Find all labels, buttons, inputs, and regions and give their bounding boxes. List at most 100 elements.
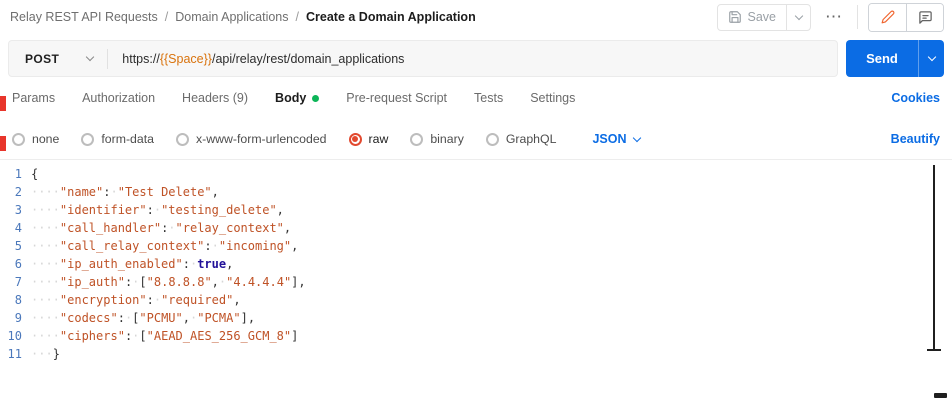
tab-label: Params	[12, 91, 55, 105]
tab-label: Headers (9)	[182, 91, 248, 105]
breadcrumb-item[interactable]: Domain Applications	[175, 10, 288, 24]
chevron-down-icon	[927, 53, 935, 61]
radio-x-www-form-urlencoded[interactable]: x-www-form-urlencoded	[176, 132, 327, 146]
save-button-group: Save	[717, 4, 812, 31]
request-tabs: Params Authorization Headers (9) Body Pr…	[0, 77, 952, 119]
radio-label: binary	[430, 132, 464, 146]
breadcrumb-item[interactable]: Relay REST API Requests	[10, 10, 158, 24]
format-select[interactable]: JSON	[592, 132, 640, 146]
tab-authorization[interactable]: Authorization	[82, 91, 155, 105]
tab-pre-request-script[interactable]: Pre-request Script	[346, 91, 447, 105]
chevron-down-icon	[794, 11, 802, 19]
line-code: ····"ciphers":·["AEAD_AES_256_GCM_8"]	[31, 327, 298, 345]
save-icon	[728, 10, 742, 24]
vertical-scrollbar[interactable]	[933, 165, 935, 349]
radio-icon	[410, 133, 423, 146]
line-code: ····"codecs":·["PCMU",·"PCMA"],	[31, 309, 255, 327]
line-number: 2	[0, 183, 31, 201]
comment-icon	[918, 10, 933, 25]
editor-line[interactable]: 5····"call_relay_context":·"incoming",	[0, 237, 952, 255]
line-code: ····"ip_auth_enabled":·true,	[31, 255, 233, 273]
radio-label: raw	[369, 132, 389, 146]
breadcrumb-item-current: Create a Domain Application	[306, 10, 476, 24]
line-number: 8	[0, 291, 31, 309]
toolbar-actions: Save ⋯	[717, 3, 945, 32]
save-button[interactable]: Save	[718, 10, 787, 24]
send-dropdown-button[interactable]	[918, 40, 944, 77]
toolbar-divider	[857, 5, 858, 29]
breadcrumb-separator: /	[165, 10, 168, 24]
radio-label: GraphQL	[506, 132, 557, 146]
vertical-scrollbar-cap[interactable]	[927, 349, 941, 351]
line-number: 1	[0, 165, 31, 183]
tab-label: Body	[275, 91, 306, 105]
breadcrumb-separator: /	[296, 10, 299, 24]
top-bar: Relay REST API Requests / Domain Applica…	[0, 0, 952, 34]
editor-line[interactable]: 6····"ip_auth_enabled":·true,	[0, 255, 952, 273]
body-content-dot-icon	[312, 95, 319, 102]
tab-tests[interactable]: Tests	[474, 91, 503, 105]
editor-line[interactable]: 8····"encryption":·"required",	[0, 291, 952, 309]
tab-params[interactable]: Params	[12, 91, 55, 105]
line-number: 6	[0, 255, 31, 273]
line-number: 5	[0, 237, 31, 255]
side-panel-icon-group	[868, 3, 944, 32]
tab-label: Tests	[474, 91, 503, 105]
url-variable: {{Space}}	[160, 52, 212, 66]
line-code: ···}	[31, 345, 60, 363]
chevron-down-icon	[86, 53, 94, 61]
pencil-icon	[881, 10, 895, 24]
editor-line[interactable]: 3····"identifier":·"testing_delete",	[0, 201, 952, 219]
beautify-link[interactable]: Beautify	[891, 132, 940, 146]
send-button[interactable]: Send	[846, 40, 918, 77]
line-number: 4	[0, 219, 31, 237]
editor-line[interactable]: 2····"name":·"Test Delete",	[0, 183, 952, 201]
line-code: ····"identifier":·"testing_delete",	[31, 201, 284, 219]
radio-graphql[interactable]: GraphQL	[486, 132, 557, 146]
body-editor[interactable]: 1{2····"name":·"Test Delete",3····"ident…	[0, 159, 952, 411]
tab-label: Pre-request Script	[346, 91, 447, 105]
radio-icon	[176, 133, 189, 146]
line-code: ····"encryption":·"required",	[31, 291, 241, 309]
radio-form-data[interactable]: form-data	[81, 132, 154, 146]
line-code: ····"call_relay_context":·"incoming",	[31, 237, 298, 255]
radio-raw[interactable]: raw	[349, 132, 389, 146]
method-select[interactable]: POST	[9, 41, 107, 76]
save-label: Save	[748, 10, 777, 24]
line-number: 11	[0, 345, 31, 363]
radio-none[interactable]: none	[12, 132, 59, 146]
more-options-button[interactable]: ⋯	[821, 4, 847, 30]
line-code: ····"name":·"Test Delete",	[31, 183, 219, 201]
comments-button[interactable]	[906, 4, 943, 31]
radio-icon	[81, 133, 94, 146]
line-number: 10	[0, 327, 31, 345]
editor-line[interactable]: 10····"ciphers":·["AEAD_AES_256_GCM_8"]	[0, 327, 952, 345]
line-number: 3	[0, 201, 31, 219]
edge-marker	[0, 136, 6, 151]
editor-line[interactable]: 4····"call_handler":·"relay_context",	[0, 219, 952, 237]
format-label: JSON	[592, 132, 626, 146]
more-options-icon: ⋯	[825, 7, 843, 27]
save-dropdown-button[interactable]	[786, 5, 810, 30]
cookies-link[interactable]: Cookies	[891, 91, 940, 105]
tab-settings[interactable]: Settings	[530, 91, 575, 105]
radio-label: none	[32, 132, 59, 146]
editor-lines: 1{2····"name":·"Test Delete",3····"ident…	[0, 165, 952, 363]
radio-icon	[349, 133, 362, 146]
editor-line[interactable]: 1{	[0, 165, 952, 183]
editor-line[interactable]: 9····"codecs":·["PCMU",·"PCMA"],	[0, 309, 952, 327]
line-number: 9	[0, 309, 31, 327]
tab-label: Authorization	[82, 91, 155, 105]
breadcrumb: Relay REST API Requests / Domain Applica…	[10, 10, 476, 24]
url-input[interactable]: https://{{Space}}/api/relay/rest/domain_…	[108, 52, 404, 66]
editor-line[interactable]: 11···}	[0, 345, 952, 363]
tab-label: Settings	[530, 91, 575, 105]
tab-body[interactable]: Body	[275, 91, 319, 105]
chevron-down-icon	[633, 133, 641, 141]
tab-headers[interactable]: Headers (9)	[182, 91, 248, 105]
edit-docs-button[interactable]	[869, 4, 906, 31]
editor-line[interactable]: 7····"ip_auth":·["8.8.8.8",·"4.4.4.4"],	[0, 273, 952, 291]
horizontal-scrollbar[interactable]	[934, 393, 947, 398]
radio-label: form-data	[101, 132, 154, 146]
radio-binary[interactable]: binary	[410, 132, 464, 146]
